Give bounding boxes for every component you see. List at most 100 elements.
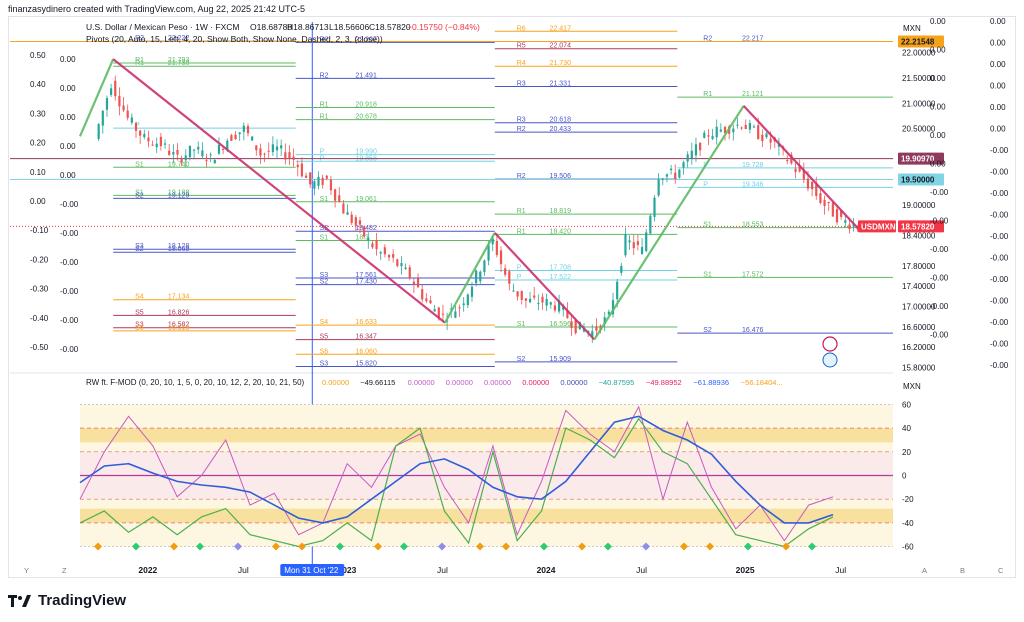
candle-body — [292, 156, 295, 160]
price-tick-label: 15.80000 — [902, 363, 936, 372]
pivot-label: R1 — [135, 60, 144, 67]
flag-icon[interactable] — [822, 352, 838, 368]
pivot-label: S4 — [320, 319, 329, 326]
alert-icon[interactable] — [822, 336, 838, 352]
candle-body — [350, 214, 353, 223]
trendline — [78, 58, 115, 137]
candle-body — [209, 154, 212, 156]
axis-button-c[interactable]: C — [998, 566, 1004, 575]
oscillator-indicator-label[interactable]: RW ft. F-MOD (0, 20, 10, 1, 5, 0, 20, 10… — [86, 378, 305, 387]
candle-body — [636, 241, 640, 245]
candle-body — [296, 164, 299, 168]
candle-body — [657, 179, 660, 196]
candle-body — [416, 278, 420, 288]
overlay-scale-tick: 0.40 — [30, 80, 46, 89]
pivot-label: R2 — [517, 126, 526, 133]
overlay-scale-tick: 0.00 — [930, 160, 946, 169]
candle-body — [669, 168, 673, 171]
candle-body — [769, 138, 772, 143]
overlay-scale-tick: -0.00 — [60, 345, 79, 354]
candle-body — [748, 123, 751, 130]
candle-body — [694, 144, 698, 156]
axis-button-y[interactable]: Y — [24, 566, 29, 575]
symbol-badge-label: USDMXN — [861, 222, 896, 231]
candle-body — [674, 172, 677, 179]
pivot-value: 19.061 — [355, 196, 377, 203]
time-axis-label: Jul — [238, 565, 249, 575]
price-tick-label: 17.40000 — [902, 282, 936, 291]
osc-legend-value: −49.88952 — [646, 378, 682, 387]
time-axis-label: 2025 — [736, 565, 755, 575]
osc-legend-value: −49.66115 — [360, 378, 395, 387]
candle-body — [110, 88, 113, 95]
candle-body — [686, 154, 689, 162]
pivot-value: 19.740 — [168, 161, 190, 168]
candle-body — [703, 132, 706, 138]
candle-body — [375, 240, 378, 250]
pivot-value: 17.134 — [168, 294, 190, 301]
time-axis-label: Jul — [835, 565, 846, 575]
legend-change: −0.15750 (−0.84%) — [407, 22, 480, 32]
overlay-scale-tick: -0.00 — [990, 254, 1009, 263]
candle-body — [358, 220, 362, 225]
overlay-scale-tick: 0.30 — [30, 109, 46, 118]
candle-body — [433, 309, 436, 312]
candle-body — [454, 311, 457, 318]
candle-body — [176, 149, 179, 155]
pivot-label: S4 — [135, 294, 144, 301]
candle-body — [197, 146, 200, 150]
candle-body — [719, 129, 722, 132]
candle-body — [317, 176, 320, 186]
candle-body — [139, 130, 142, 136]
overlay-scale-tick: 0.00 — [990, 103, 1006, 112]
osc-tick-label: 0 — [902, 472, 907, 481]
candle-body — [130, 117, 133, 123]
candle-body — [346, 212, 349, 215]
time-highlight-label: Mon 31 Oct '22 — [284, 566, 339, 575]
legend-open: O18.68788 — [250, 22, 292, 32]
candle-body — [499, 250, 503, 265]
candle-body — [304, 175, 308, 178]
overlay-scale-tick: 0.00 — [990, 60, 1006, 69]
osc-axis-currency: MXN — [903, 382, 921, 391]
pivot-value: 15.909 — [550, 356, 572, 363]
candle-body — [97, 124, 100, 139]
pivot-value: 18.420 — [550, 228, 572, 235]
overlay-scale-tick: 0.50 — [30, 51, 46, 60]
axis-button-b[interactable]: B — [960, 566, 965, 575]
candle-body — [524, 298, 528, 301]
footer-brand[interactable]: TradingView — [8, 592, 126, 609]
candle-body — [632, 242, 635, 249]
pivot-value: 22.417 — [550, 25, 572, 32]
candle-body — [752, 126, 756, 128]
osc-legend-value: 0.00000 — [322, 378, 349, 387]
candle-body — [682, 162, 685, 168]
candle-body — [425, 298, 428, 302]
osc-legend-value: 0.00000 — [522, 378, 549, 387]
candle-body — [711, 136, 714, 139]
chart-canvas[interactable]: R2 22.222R1 21.793R1 21.730PS1 19.740S1 19.18… — [0, 0, 1024, 622]
pivot-label: S5 — [320, 334, 329, 341]
axis-button-a[interactable]: A — [922, 566, 927, 575]
candle-body — [192, 149, 196, 151]
candle-body — [541, 296, 544, 303]
candle-body — [661, 178, 664, 180]
pivot-value: 18.069 — [168, 246, 190, 253]
overlay-scale-tick: 0.00 — [60, 113, 76, 122]
candle-body — [363, 226, 366, 237]
candle-body — [383, 247, 386, 255]
overlay-scale-tick: 0.00 — [30, 197, 46, 206]
candle-body — [255, 145, 258, 151]
axis-button-z[interactable]: Z — [62, 566, 67, 575]
candle-body — [230, 135, 233, 141]
candle-body — [765, 133, 768, 138]
pivot-label: S2 — [135, 246, 144, 253]
candle-body — [300, 163, 304, 177]
pivot-value: 17.430 — [355, 279, 377, 286]
candle-body — [533, 295, 536, 298]
legend-low: L18.56606 — [329, 22, 369, 32]
candle-body — [844, 220, 847, 223]
overlay-scale-tick: 0.00 — [60, 84, 76, 93]
pivots-indicator-label[interactable]: Pivots (20, Auto, 15, Left, 4, 20, Show … — [86, 34, 383, 44]
candle-body — [628, 240, 631, 243]
